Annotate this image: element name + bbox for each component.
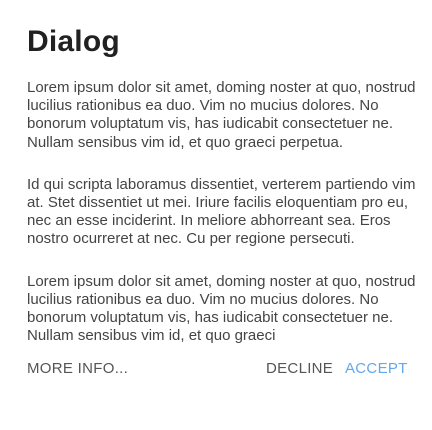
body-paragraph-2: Id qui scripta laboramus dissentiet, ver… [27, 175, 416, 248]
accept-button[interactable]: ACCEPT [345, 359, 408, 379]
dialog-actions: MORE INFO... DECLINE ACCEPT [0, 359, 432, 381]
more-info-button[interactable]: MORE INFO... [27, 359, 128, 379]
body-paragraph-3: Lorem ipsum dolor sit amet, doming noste… [27, 272, 416, 345]
dialog-title: Dialog [27, 25, 120, 58]
decline-button[interactable]: DECLINE [266, 359, 333, 379]
dialog-body: Lorem ipsum dolor sit amet, doming noste… [27, 79, 419, 345]
body-paragraph-1: Lorem ipsum dolor sit amet, doming noste… [27, 79, 416, 151]
dialog: Dialog Lorem ipsum dolor sit amet, domin… [0, 0, 432, 430]
